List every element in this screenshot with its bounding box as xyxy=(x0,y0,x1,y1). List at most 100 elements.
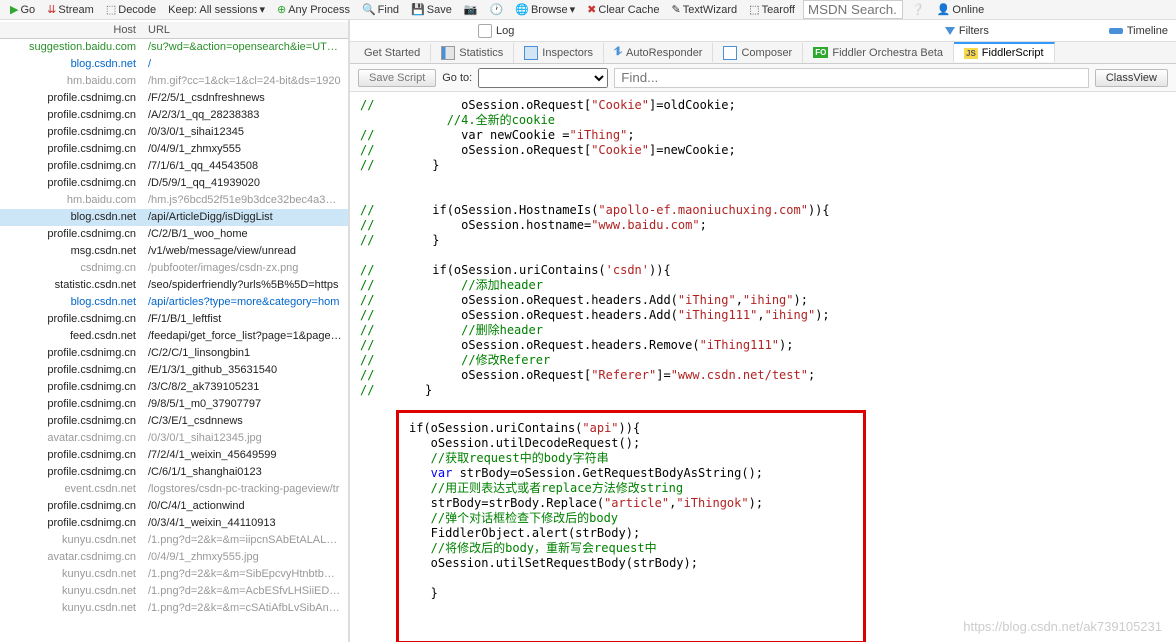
tearoff-button[interactable]: ⬚ Tearoff xyxy=(745,3,799,16)
url-column-header[interactable]: URL xyxy=(142,22,348,39)
session-host[interactable]: event.csdn.net xyxy=(0,481,142,498)
session-url[interactable]: /3/C/8/2_ak739105231 xyxy=(142,379,348,396)
tab-statistics[interactable]: Statistics xyxy=(431,43,514,63)
session-url[interactable]: /F/1/B/1_leftfist xyxy=(142,311,348,328)
tab-orchestra[interactable]: FOFiddler Orchestra Beta xyxy=(803,44,954,62)
script-editor[interactable]: // oSession.oRequest["Cookie"]=oldCookie… xyxy=(350,92,1176,642)
timeline-tab[interactable]: Timeline xyxy=(1109,25,1168,37)
session-host[interactable]: msg.csdn.net xyxy=(0,243,142,260)
session-url[interactable]: /9/8/5/1_m0_37907797 xyxy=(142,396,348,413)
session-url[interactable]: /C/3/E/1_csdnnews xyxy=(142,413,348,430)
filters-tab[interactable]: Filters xyxy=(945,25,989,37)
session-host[interactable]: profile.csdnimg.cn xyxy=(0,90,142,107)
session-host[interactable]: profile.csdnimg.cn xyxy=(0,379,142,396)
session-host[interactable]: kunyu.csdn.net xyxy=(0,532,142,549)
session-url[interactable]: /7/1/6/1_qq_44543508 xyxy=(142,158,348,175)
session-url[interactable]: /hm.js?6bcd52f51e9b3dce32bec4a3997 xyxy=(142,192,348,209)
session-host[interactable]: profile.csdnimg.cn xyxy=(0,124,142,141)
session-url[interactable]: /0/3/0/1_sihai12345 xyxy=(142,124,348,141)
save-button[interactable]: 💾 Save xyxy=(407,3,456,16)
session-host[interactable]: profile.csdnimg.cn xyxy=(0,226,142,243)
session-host[interactable]: profile.csdnimg.cn xyxy=(0,158,142,175)
session-url[interactable]: /D/5/9/1_qq_41939020 xyxy=(142,175,348,192)
session-url[interactable]: /1.png?d=2&k=&m=AcbESfvLHSiiEDQAi xyxy=(142,583,348,600)
tab-composer[interactable]: Composer xyxy=(713,43,803,63)
session-url[interactable]: /C/6/1/1_shanghai0123 xyxy=(142,464,348,481)
session-url[interactable]: /v1/web/message/view/unread xyxy=(142,243,348,260)
msdn-search-input[interactable] xyxy=(803,0,903,19)
tab-fiddlerscript[interactable]: JSFiddlerScript xyxy=(954,42,1055,62)
help-icon[interactable]: ❔ xyxy=(907,3,929,16)
session-host[interactable]: avatar.csdnimg.cn xyxy=(0,549,142,566)
session-host[interactable]: profile.csdnimg.cn xyxy=(0,141,142,158)
browse-button[interactable]: 🌐 Browse ▾ xyxy=(511,3,579,16)
clock-icon[interactable]: 🕐 xyxy=(486,3,508,16)
session-url[interactable]: /0/3/4/1_weixin_44110913 xyxy=(142,515,348,532)
classview-button[interactable]: ClassView xyxy=(1095,69,1168,87)
find-button[interactable]: 🔍 Find xyxy=(358,3,403,16)
session-host[interactable]: feed.csdn.net xyxy=(0,328,142,345)
session-host[interactable]: profile.csdnimg.cn xyxy=(0,515,142,532)
session-list[interactable]: Host suggestion.baidu.comblog.csdn.nethm… xyxy=(0,20,350,642)
session-host[interactable]: suggestion.baidu.com xyxy=(0,39,142,56)
session-url[interactable]: /su?wd=&action=opensearch&ie=UTF-8 xyxy=(142,39,348,56)
session-host[interactable]: kunyu.csdn.net xyxy=(0,600,142,617)
session-url[interactable]: /E/1/3/1_github_35631540 xyxy=(142,362,348,379)
session-url[interactable]: / xyxy=(142,56,348,73)
session-host[interactable]: profile.csdnimg.cn xyxy=(0,413,142,430)
session-url[interactable]: /C/2/B/1_woo_home xyxy=(142,226,348,243)
session-host[interactable]: csdnimg.cn xyxy=(0,260,142,277)
session-host[interactable]: profile.csdnimg.cn xyxy=(0,107,142,124)
session-url[interactable]: /api/articles?type=more&category=hom xyxy=(142,294,348,311)
session-url[interactable]: /seo/spiderfriendly?urls%5B%5D=https xyxy=(142,277,348,294)
session-host[interactable]: kunyu.csdn.net xyxy=(0,566,142,583)
session-host[interactable]: avatar.csdnimg.cn xyxy=(0,430,142,447)
save-script-button[interactable]: Save Script xyxy=(358,69,436,87)
tab-inspectors[interactable]: Inspectors xyxy=(514,43,604,63)
session-host[interactable]: profile.csdnimg.cn xyxy=(0,396,142,413)
log-tab[interactable]: Log xyxy=(478,24,514,38)
session-url[interactable]: /7/2/4/1_weixin_45649599 xyxy=(142,447,348,464)
any-process-button[interactable]: ⊕ Any Process xyxy=(273,3,354,16)
stream-button[interactable]: ⇊ Stream xyxy=(43,3,98,16)
session-host[interactable]: profile.csdnimg.cn xyxy=(0,345,142,362)
session-host[interactable]: profile.csdnimg.cn xyxy=(0,498,142,515)
session-host[interactable]: profile.csdnimg.cn xyxy=(0,362,142,379)
session-host[interactable]: statistic.csdn.net xyxy=(0,277,142,294)
session-host[interactable]: profile.csdnimg.cn xyxy=(0,311,142,328)
session-host[interactable]: blog.csdn.net xyxy=(0,294,142,311)
keep-sessions-dropdown[interactable]: Keep: All sessions ▾ xyxy=(164,3,269,16)
session-host[interactable]: kunyu.csdn.net xyxy=(0,583,142,600)
session-url[interactable]: /logstores/csdn-pc-tracking-pageview/tr xyxy=(142,481,348,498)
session-url[interactable]: /api/ArticleDigg/isDiggList xyxy=(142,209,348,226)
session-url[interactable]: /F/2/5/1_csdnfreshnews xyxy=(142,90,348,107)
clear-cache-button[interactable]: ✖ Clear Cache xyxy=(583,3,663,16)
session-url[interactable]: /1.png?d=2&k=&m=cSAtiAfbLvSibAnpS xyxy=(142,600,348,617)
host-column-header[interactable]: Host xyxy=(0,22,142,39)
tab-autoresponder[interactable]: ⥮AutoResponder xyxy=(604,43,713,62)
session-host[interactable]: profile.csdnimg.cn xyxy=(0,175,142,192)
session-url[interactable]: /0/C/4/1_actionwind xyxy=(142,498,348,515)
session-host[interactable]: blog.csdn.net xyxy=(0,209,142,226)
find-input[interactable] xyxy=(614,68,1089,88)
go-button[interactable]: ▶ Go xyxy=(6,3,39,16)
session-url[interactable]: /pubfooter/images/csdn-zx.png xyxy=(142,260,348,277)
session-url[interactable]: /A/2/3/1_qq_28238383 xyxy=(142,107,348,124)
session-url[interactable]: /C/2/C/1_linsongbin1 xyxy=(142,345,348,362)
session-url[interactable]: /feedapi/get_force_list?page=1&page_s xyxy=(142,328,348,345)
textwizard-button[interactable]: ✎ TextWizard xyxy=(668,3,742,16)
session-url[interactable]: /0/3/0/1_sihai12345.jpg xyxy=(142,430,348,447)
session-url[interactable]: /hm.gif?cc=1&ck=1&cl=24-bit&ds=1920 xyxy=(142,73,348,90)
session-host[interactable]: blog.csdn.net xyxy=(0,56,142,73)
session-host[interactable]: profile.csdnimg.cn xyxy=(0,447,142,464)
goto-dropdown[interactable] xyxy=(478,68,608,88)
online-button[interactable]: 👤 Online xyxy=(933,3,989,16)
session-url[interactable]: /0/4/9/1_zhmxy555.jpg xyxy=(142,549,348,566)
session-url[interactable]: /0/4/9/1_zhmxy555 xyxy=(142,141,348,158)
decode-button[interactable]: ⬚ Decode xyxy=(102,3,160,16)
session-url[interactable]: /1.png?d=2&k=&m=iipcnSAbEtALALnbSI xyxy=(142,532,348,549)
session-host[interactable]: hm.baidu.com xyxy=(0,192,142,209)
camera-icon[interactable]: 📷 xyxy=(460,3,482,16)
tab-get-started[interactable]: Get Started xyxy=(354,44,431,62)
session-host[interactable]: profile.csdnimg.cn xyxy=(0,464,142,481)
